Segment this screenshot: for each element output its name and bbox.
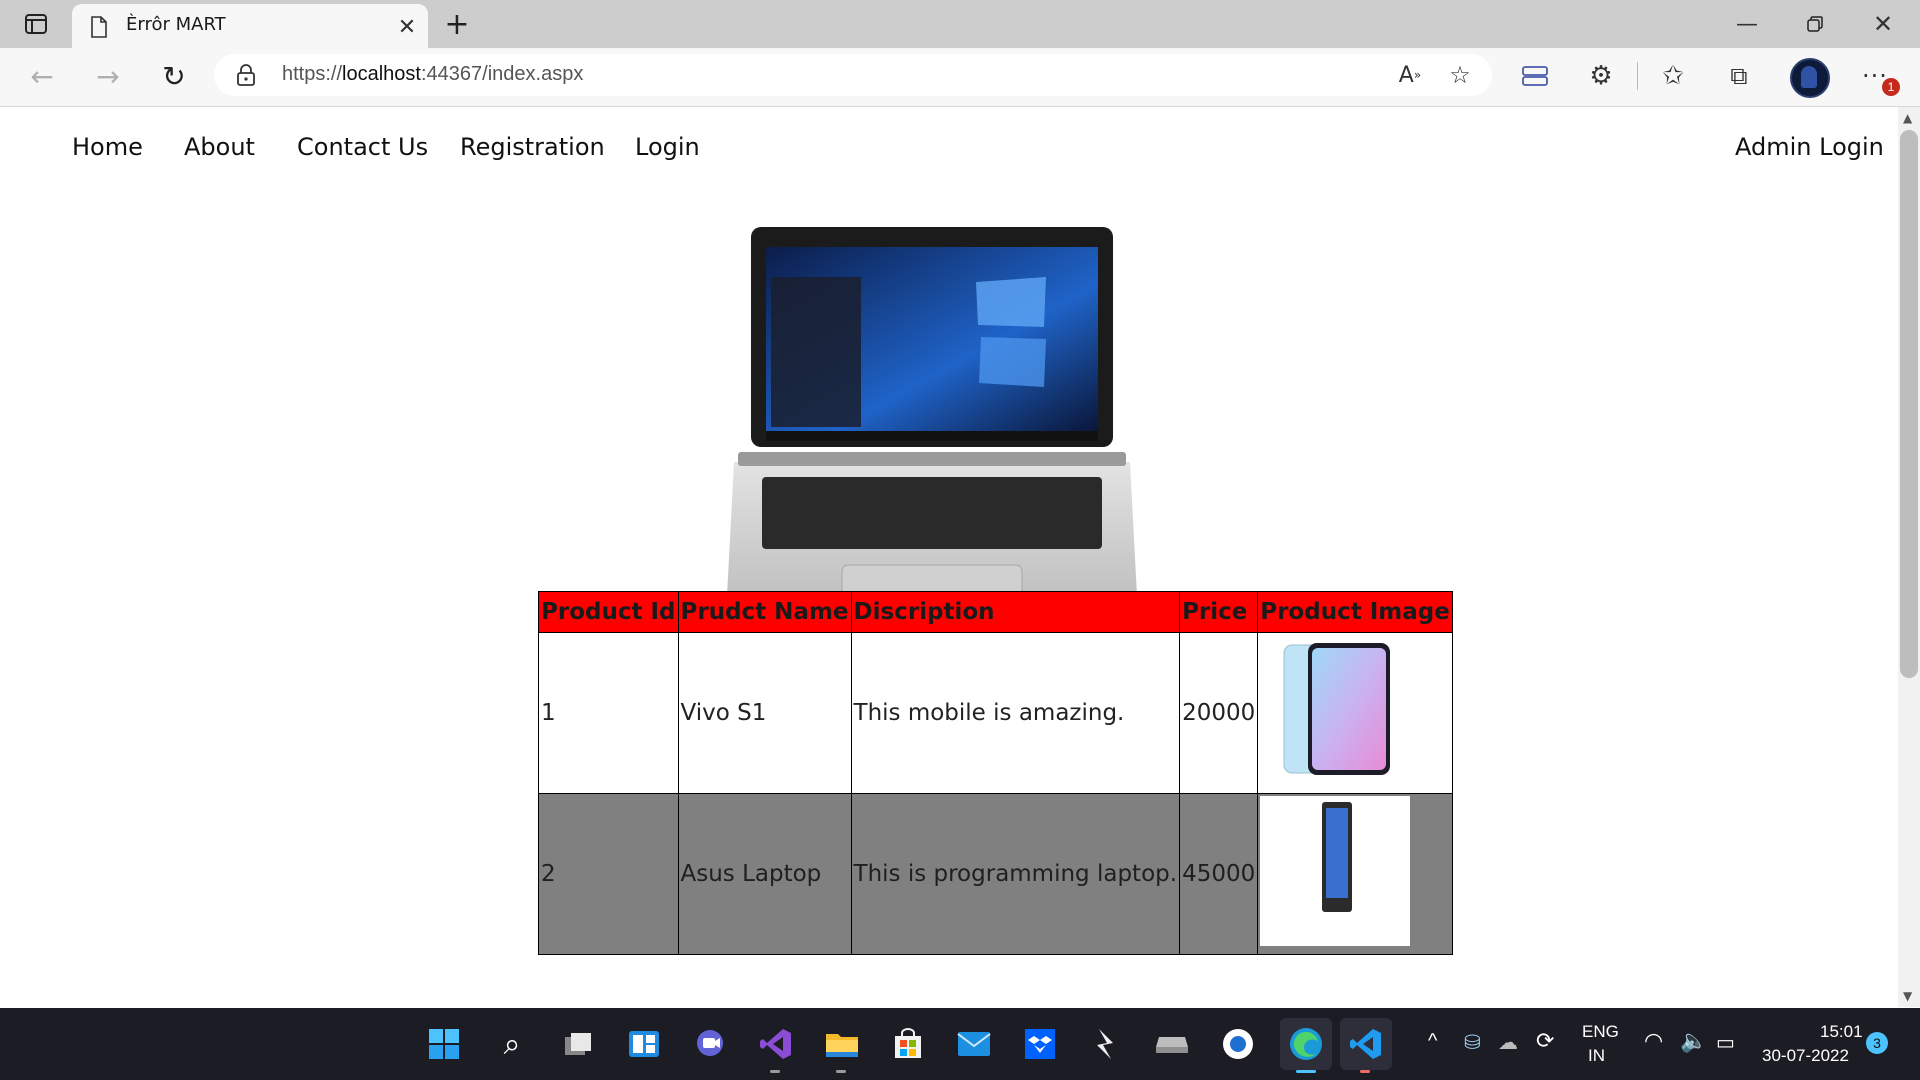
page-icon (90, 16, 108, 42)
nav-admin-login[interactable]: Admin Login (1735, 133, 1884, 161)
visual-studio-icon[interactable] (754, 1022, 798, 1066)
cell-product-image (1257, 632, 1453, 794)
nav-registration[interactable]: Registration (460, 133, 605, 161)
sync-icon[interactable]: ⟳ (1536, 1028, 1554, 1054)
nav-login[interactable]: Login (635, 133, 700, 161)
read-aloud-icon[interactable]: A» (1394, 60, 1426, 90)
new-tab-icon[interactable]: + (440, 7, 474, 42)
taskbar: ⌕ ^ ⛁ ☁ ⟳ ENG IN ◠ 🔈 ▭ 15:01 30-07-2022 … (0, 1008, 1920, 1080)
cell-price: 20000 (1179, 632, 1259, 794)
notification-badge: 1 (1882, 78, 1900, 96)
profile-avatar[interactable] (1790, 58, 1830, 98)
cell-product-name: Vivo S1 (677, 632, 852, 794)
clock-date[interactable]: 30-07-2022 (1762, 1046, 1849, 1066)
address-toolbar: ← → ↻ https://localhost:44367/index.aspx… (0, 48, 1920, 107)
start-icon[interactable] (422, 1022, 466, 1066)
close-tab-icon[interactable]: ✕ (394, 14, 420, 40)
header-product-image: Product Image (1257, 591, 1453, 633)
cell-product-name: Asus Laptop (677, 793, 852, 955)
nav-about[interactable]: About (184, 133, 255, 161)
forward-icon[interactable]: → (90, 60, 126, 93)
battery-icon[interactable]: ▭ (1716, 1030, 1735, 1055)
header-description: Discription (850, 591, 1181, 633)
file-explorer-icon[interactable] (820, 1022, 864, 1066)
widgets-icon[interactable] (622, 1022, 666, 1066)
table-row: 1 Vivo S1 This mobile is amazing. 20000 (538, 632, 1453, 794)
header-price: Price (1179, 591, 1259, 633)
nav-home[interactable]: Home (72, 133, 143, 161)
wifi-icon[interactable]: ◠ (1644, 1028, 1663, 1054)
restore-icon[interactable] (1798, 8, 1832, 40)
store-icon[interactable] (886, 1022, 930, 1066)
running-indicator (836, 1070, 846, 1073)
cell-description: This mobile is amazing. (850, 632, 1181, 794)
scroll-down-icon[interactable]: ▼ (1903, 989, 1912, 1003)
refresh-icon[interactable]: ↻ (156, 60, 192, 93)
tab-actions-icon[interactable] (18, 10, 54, 38)
table-row: 2 Asus Laptop This is programming laptop… (538, 793, 1453, 955)
active-indicator (1296, 1070, 1316, 1073)
mail-icon[interactable] (952, 1022, 996, 1066)
search-icon[interactable]: ⌕ (490, 1022, 534, 1066)
scroll-up-icon[interactable]: ▲ (1903, 111, 1912, 125)
toolbar-divider (1637, 62, 1638, 90)
cell-description: This is programming laptop. (850, 793, 1181, 955)
clock-time[interactable]: 15:01 (1820, 1022, 1863, 1042)
back-icon[interactable]: ← (24, 60, 60, 93)
cell-product-id: 1 (538, 632, 679, 794)
edge-icon[interactable] (1280, 1018, 1332, 1070)
cell-product-id: 2 (538, 793, 679, 955)
notification-count-badge[interactable]: 3 (1866, 1032, 1888, 1054)
browser-tab-bar: Èrrôr MART ✕ + — ✕ (0, 0, 1920, 48)
extensions-icon[interactable]: ⚙ (1584, 60, 1618, 92)
slider-image (726, 227, 1138, 627)
cell-price: 45000 (1179, 793, 1259, 955)
workspaces-icon[interactable] (1518, 60, 1552, 92)
header-product-id: Product Id (538, 591, 679, 633)
add-favorite-icon[interactable]: ☆ (1444, 60, 1476, 90)
scrollbar-thumb[interactable] (1900, 130, 1918, 678)
drive-icon[interactable] (1150, 1022, 1194, 1066)
browser-tab[interactable]: Èrrôr MART ✕ (72, 4, 428, 48)
terminal-app-icon[interactable] (1084, 1022, 1128, 1066)
app-circle-icon[interactable] (1216, 1022, 1260, 1066)
nav-contact-us[interactable]: Contact Us (297, 133, 428, 161)
volume-muted-icon[interactable]: 🔈 (1680, 1028, 1707, 1054)
language-indicator[interactable]: ENG (1582, 1022, 1619, 1042)
favorites-icon[interactable]: ✩ (1656, 60, 1690, 92)
collections-icon[interactable]: ⧉ (1722, 60, 1756, 92)
vscode-icon[interactable] (1340, 1018, 1392, 1070)
address-bar[interactable]: https://localhost:44367/index.aspx A» ☆ (214, 54, 1492, 96)
running-indicator (770, 1070, 780, 1073)
asus-laptop-picture (1260, 796, 1411, 946)
storage-tray-icon[interactable]: ⛁ (1464, 1030, 1481, 1055)
cell-product-image (1257, 793, 1453, 955)
header-product-name: Prudct Name (677, 591, 852, 633)
lock-icon[interactable] (236, 63, 256, 91)
chevron-up-icon[interactable]: ^ (1428, 1030, 1437, 1053)
close-window-icon[interactable]: ✕ (1866, 8, 1900, 40)
minimize-icon[interactable]: — (1730, 8, 1764, 40)
chat-icon[interactable] (688, 1022, 732, 1066)
tab-title: Èrrôr MART (126, 14, 226, 35)
task-view-icon[interactable] (556, 1022, 600, 1066)
avatar-figure-icon (1801, 66, 1817, 88)
language-region[interactable]: IN (1588, 1046, 1605, 1066)
onedrive-icon[interactable]: ☁ (1498, 1030, 1518, 1055)
running-indicator (1360, 1070, 1370, 1073)
table-header-row: Product Id Prudct Name Discription Price… (538, 591, 1453, 633)
dropbox-icon[interactable] (1018, 1022, 1062, 1066)
vivo-phone-picture (1283, 643, 1391, 775)
products-table: Product Id Prudct Name Discription Price… (538, 591, 1453, 955)
laptop-picture (726, 227, 1138, 625)
url-text: https://localhost:44367/index.aspx (282, 63, 584, 85)
